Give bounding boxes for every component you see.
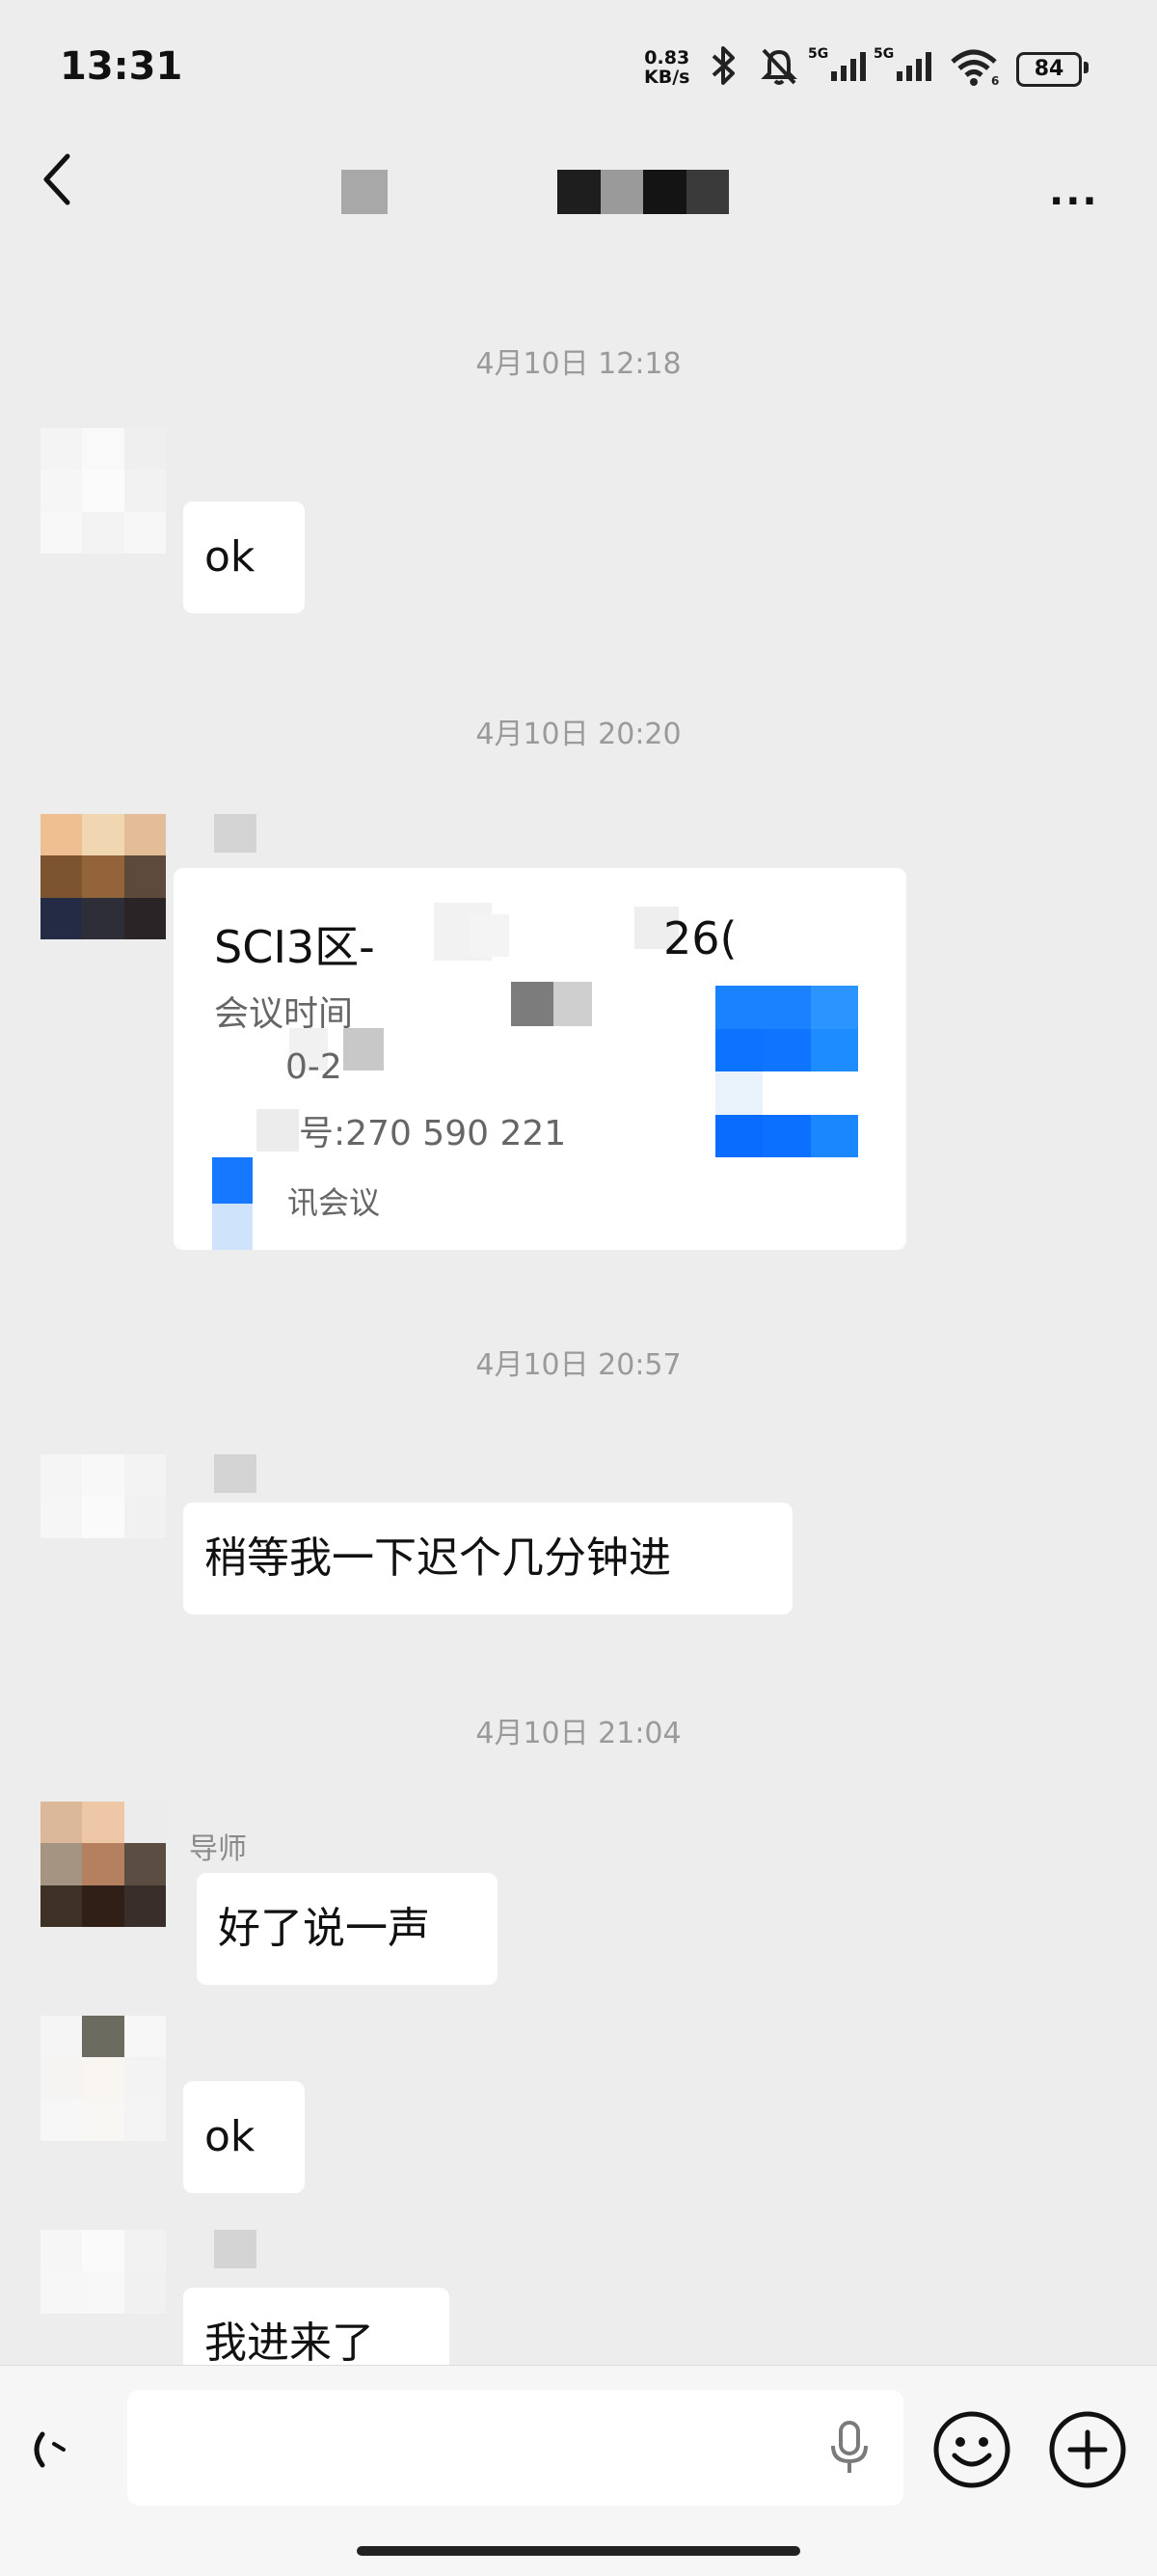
- timestamp: 4月10日 20:57: [475, 1348, 682, 1382]
- message-input[interactable]: [127, 2390, 903, 2506]
- avatar[interactable]: [40, 428, 166, 554]
- plus-icon[interactable]: [1047, 2409, 1128, 2490]
- meeting-time-value: 0-2: [285, 1047, 342, 1087]
- meeting-app-label: 讯会议: [287, 1184, 381, 1221]
- avatar[interactable]: [40, 2230, 166, 2355]
- redaction-block: [511, 982, 557, 1026]
- sender-name-redacted: [214, 1454, 256, 1493]
- meeting-card[interactable]: SCI3区- 26( 会议时间 0-2 号:270 590 221 讯会议: [174, 868, 906, 1250]
- net-speed-unit: KB/s: [644, 67, 690, 88]
- signal-bars-icon: [897, 52, 931, 81]
- sender-name-redacted: [214, 2230, 256, 2268]
- mic-icon[interactable]: [827, 2417, 872, 2479]
- message-bubble[interactable]: ok: [183, 502, 305, 613]
- emoji-icon[interactable]: [931, 2409, 1012, 2490]
- meeting-time-label: 会议时间: [214, 994, 354, 1034]
- more-icon[interactable]: ···: [1049, 179, 1099, 224]
- battery-icon: 84: [1016, 52, 1082, 87]
- timestamp: 4月10日 21:04: [475, 1717, 682, 1750]
- meeting-id: 号:270 590 221: [299, 1114, 567, 1153]
- chat-title-redacted: [557, 170, 729, 214]
- sender-name: 导师: [189, 1832, 247, 1866]
- timestamp: 4月10日 20:20: [475, 718, 682, 751]
- message-bubble[interactable]: 稍等我一下迟个几分钟进: [183, 1503, 793, 1614]
- message-bubble[interactable]: ok: [183, 2081, 305, 2193]
- bluetooth-icon: [712, 46, 735, 85]
- redaction-block: [343, 1028, 384, 1071]
- home-indicator[interactable]: [357, 2546, 800, 2556]
- signal-bars-icon: [831, 52, 866, 81]
- net-speed: 0.83 KB/s: [644, 48, 689, 87]
- avatar[interactable]: [40, 1802, 166, 1927]
- svg-text:6: 6: [991, 74, 999, 87]
- avatar[interactable]: [40, 2016, 166, 2141]
- wifi-icon: 6: [951, 49, 999, 87]
- avatar[interactable]: [40, 1454, 166, 1580]
- status-time: 13:31: [60, 44, 183, 89]
- sim2-label: 5G: [874, 46, 895, 62]
- chat-title-redacted-prefix: [341, 170, 388, 214]
- battery-tip: [1084, 62, 1089, 73]
- mute-icon: [761, 48, 797, 85]
- redaction-block: [256, 1109, 299, 1152]
- status-bar: 13:31 0.83 KB/s 5G 5G 6 84: [0, 0, 1157, 135]
- redaction-block: [471, 914, 509, 957]
- avatar[interactable]: [40, 814, 166, 939]
- meeting-card-title: SCI3区-: [214, 921, 375, 973]
- meeting-card-title-tail: 26(: [663, 912, 738, 964]
- net-speed-value: 0.83: [644, 47, 690, 68]
- timestamp: 4月10日 12:18: [475, 347, 682, 381]
- sender-name-redacted: [214, 814, 256, 853]
- sim1-label: 5G: [808, 46, 829, 62]
- redaction-block: [553, 982, 592, 1026]
- message-bubble[interactable]: 好了说一声: [197, 1873, 498, 1985]
- back-icon[interactable]: [39, 150, 77, 208]
- tencent-meeting-logo-icon: [212, 1157, 253, 1250]
- voice-icon[interactable]: [25, 2421, 67, 2479]
- meeting-thumbnail-icon: [715, 986, 858, 1157]
